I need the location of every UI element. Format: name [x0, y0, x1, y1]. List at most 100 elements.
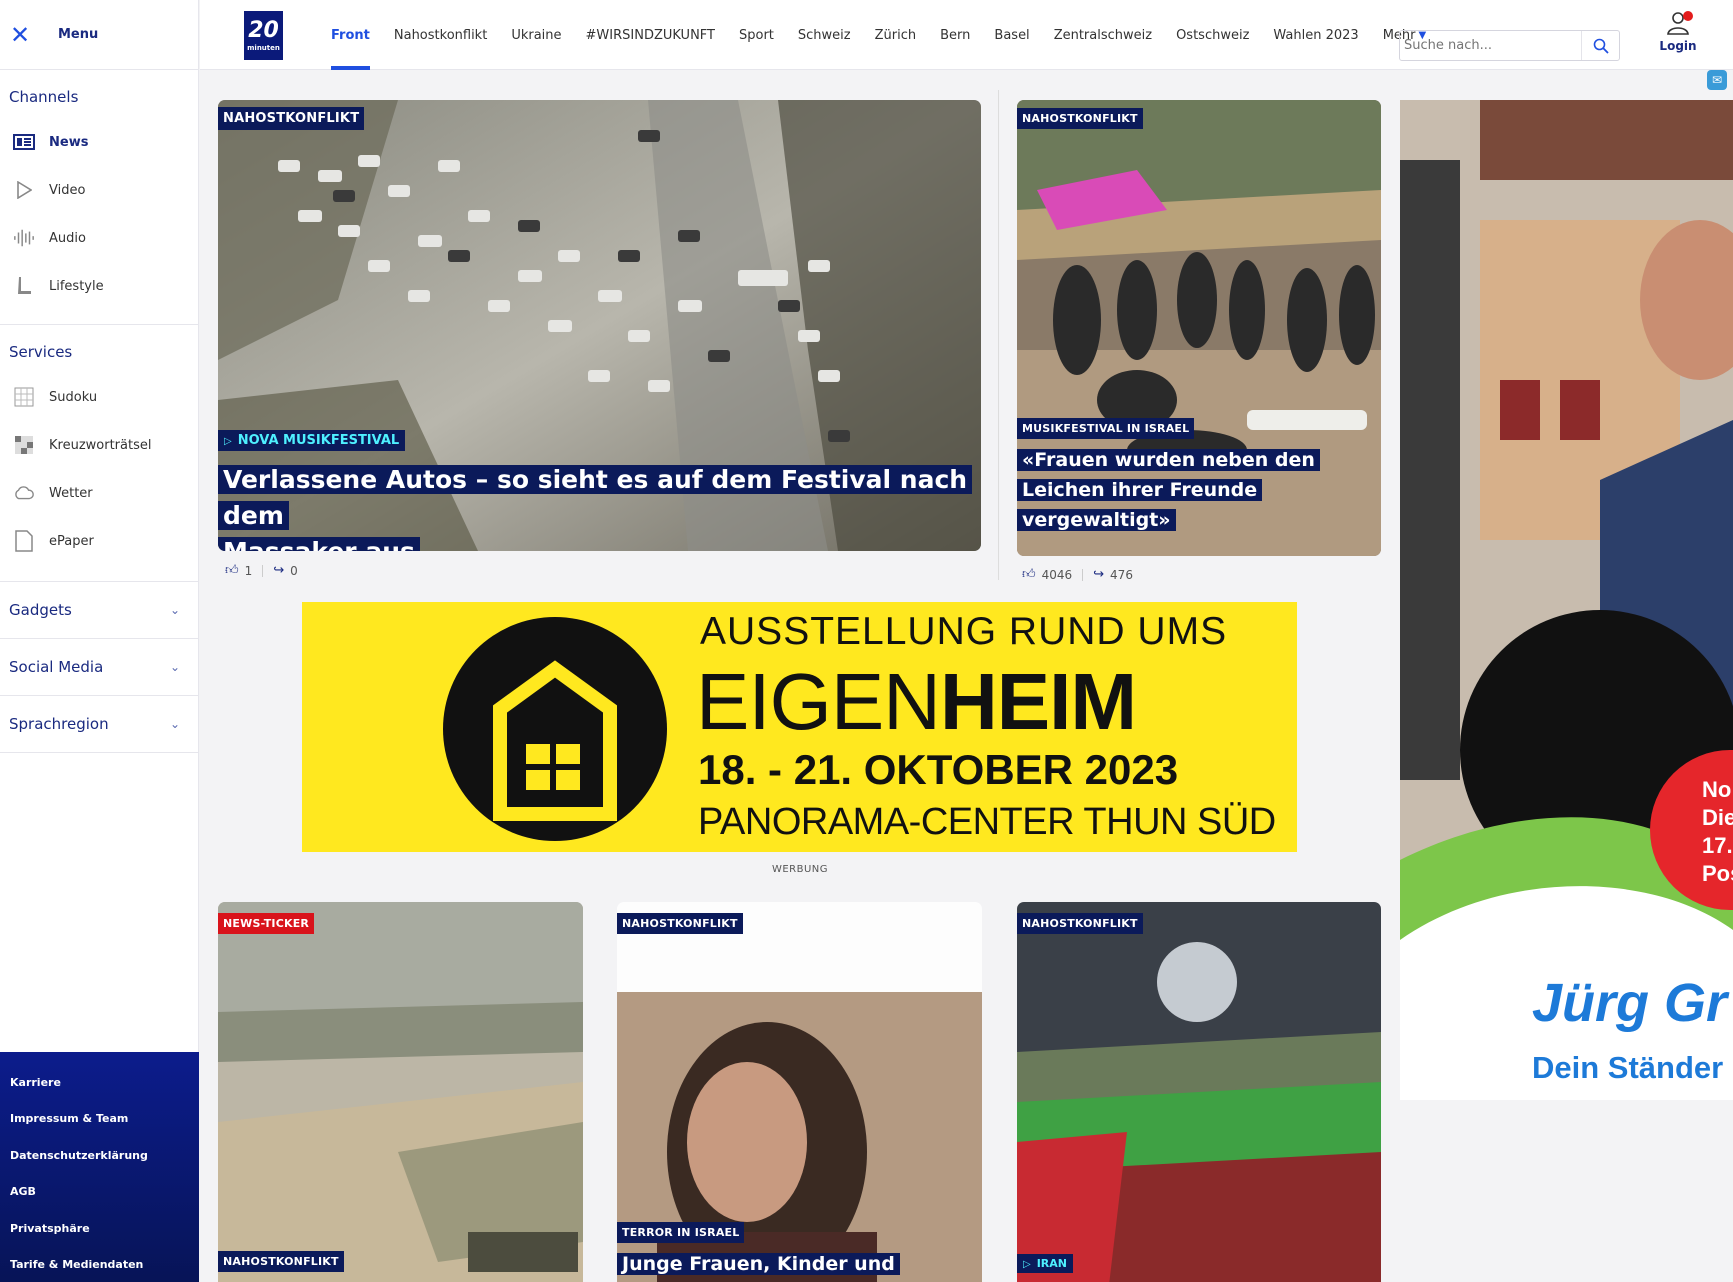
play-icon: ▷ [1023, 1259, 1031, 1270]
article-subkicker: TERROR IN ISRAEL [617, 1222, 745, 1243]
reaction-count: 1 [244, 563, 253, 578]
article-card-second[interactable]: NAHOSTKONFLIKT MUSIKFESTIVAL IN ISRAEL «… [1017, 100, 1381, 556]
ad-skyscraper[interactable]: No Die 17. Post Jürg Gr Dein Ständer [1400, 100, 1733, 1100]
heel-icon [13, 275, 35, 297]
footer-link-tarife[interactable]: Tarife & Mediendaten [0, 1247, 199, 1282]
tab-sport[interactable]: Sport [739, 0, 774, 70]
audio-wave-icon [13, 227, 35, 249]
sudoku-icon [13, 386, 35, 408]
article-subkicker-label: IRAN [1036, 1257, 1067, 1270]
logo-number: 20 [248, 17, 279, 43]
search-icon[interactable] [1581, 31, 1619, 60]
ad-line-4: PANORAMA-CENTER THUN SÜD [698, 801, 1276, 843]
divider [1082, 568, 1084, 581]
ad-badge-line: Post [1702, 861, 1733, 886]
share-icon[interactable]: ↪ [1093, 567, 1104, 582]
footer-links: Karriere Impressum & Team Datenschutzerk… [0, 1052, 199, 1282]
article-image-landscape-tank [218, 902, 583, 1282]
article-card-news-ticker[interactable]: NEWS-TICKER NAHOSTKONFLIKT [218, 902, 583, 1282]
sidebar-item-audio[interactable]: Audio [0, 214, 198, 262]
tab-ostschweiz[interactable]: Ostschweiz [1176, 0, 1249, 70]
article-headline-line-2: Leichen ihrer Freunde [1017, 479, 1263, 501]
article-kicker: NAHOSTKONFLIKT [218, 107, 365, 130]
sidebar: ✕ Menu Channels News Video Audio Lifesty… [0, 0, 199, 1282]
document-icon [13, 530, 35, 552]
menu-toggle[interactable]: ✕ Menu [0, 0, 198, 70]
tab-schweiz[interactable]: Schweiz [798, 0, 851, 70]
chevron-down-icon[interactable]: ⌄ [164, 599, 186, 621]
footer-link-karriere[interactable]: Karriere [0, 1064, 199, 1101]
sidebar-item-label: Audio [49, 230, 86, 246]
tab-wirsindzukunft[interactable]: #WIRSINDZUKUNFT [586, 0, 715, 70]
top-navigation: 20 minuten Front Nahostkonflikt Ukraine … [200, 0, 1733, 70]
sidebar-item-video[interactable]: Video [0, 166, 198, 214]
article-headline-line-1: «Frauen wurden neben den [1017, 449, 1320, 471]
tab-zentralschweiz[interactable]: Zentralschweiz [1054, 0, 1152, 70]
tab-zuerich[interactable]: Zürich [875, 0, 917, 70]
chat-icon[interactable]: ✉ [1707, 70, 1727, 90]
chevron-down-icon[interactable]: ⌄ [164, 713, 186, 735]
sidebar-item-sudoku[interactable]: Sudoku [0, 373, 198, 421]
channels-title: Channels [9, 88, 79, 106]
close-icon[interactable]: ✕ [10, 23, 38, 47]
sidebar-item-wetter[interactable]: Wetter [0, 469, 198, 517]
menu-label: Menu [58, 27, 99, 42]
tab-nahostkonflikt[interactable]: Nahostkonflikt [394, 0, 487, 70]
reaction-icon[interactable]: 👍︎ [1022, 567, 1036, 582]
article-headline-line-3: vergewaltigt» [1017, 509, 1176, 531]
crossword-icon [13, 434, 35, 456]
notification-dot [1683, 11, 1693, 21]
article-card-terror[interactable]: NAHOSTKONFLIKT TERROR IN ISRAEL Junge Fr… [617, 902, 982, 1282]
ad-line-2: EIGENHEIM [696, 657, 1137, 747]
article-card-iran[interactable]: NAHOSTKONFLIKT ▷ IRAN [1017, 902, 1381, 1282]
sidebar-item-epaper[interactable]: ePaper [0, 517, 198, 565]
accordion-label: Social Media [9, 658, 104, 676]
article-headline-line-1: Verlassene Autos – so sieht es auf dem F… [218, 465, 973, 530]
ad-badge-line: 17. [1702, 833, 1733, 858]
sidebar-item-label: Kreuzworträtsel [49, 437, 152, 453]
cloud-icon [13, 482, 35, 504]
tab-front[interactable]: Front [331, 0, 370, 70]
reaction-count: 4046 [1041, 567, 1073, 582]
ad-line-2-light: EIGEN [696, 657, 941, 746]
article-subkicker: MUSIKFESTIVAL IN ISRAEL [1017, 418, 1195, 439]
tab-ukraine[interactable]: Ukraine [511, 0, 561, 70]
accordion-label: Sprachregion [9, 715, 109, 733]
share-icon[interactable]: ↪ [273, 563, 284, 578]
ad-label: WERBUNG [771, 864, 829, 875]
footer-link-datenschutz[interactable]: Datenschutzerklärung [0, 1137, 199, 1174]
reaction-icon[interactable]: 👍︎ [225, 563, 239, 578]
column-divider [998, 90, 999, 580]
accordion-sprachregion[interactable]: Sprachregion ⌄ [0, 696, 198, 753]
search-input[interactable] [1400, 31, 1580, 60]
article-meta: 👍︎ 1 ↪ 0 [225, 563, 298, 578]
tab-basel[interactable]: Basel [994, 0, 1029, 70]
tab-bern[interactable]: Bern [940, 0, 970, 70]
sidebar-item-label: Sudoku [49, 389, 98, 405]
ad-line-2-bold: HEIM [939, 657, 1137, 746]
share-count: 0 [290, 563, 298, 578]
sidebar-item-crossword[interactable]: Kreuzworträtsel [0, 421, 198, 469]
login-button[interactable]: Login [1654, 10, 1702, 62]
ad-tagline: Dein Ständer [1532, 1050, 1724, 1085]
footer-link-privatsphaere[interactable]: Privatsphäre [0, 1210, 199, 1247]
news-icon [13, 131, 35, 153]
sidebar-item-news[interactable]: News [0, 118, 198, 166]
site-logo[interactable]: 20 minuten [244, 11, 283, 60]
sidebar-item-label: Wetter [49, 485, 93, 501]
sidebar-item-lifestyle[interactable]: Lifestyle [0, 262, 198, 310]
play-icon: ▷ [224, 436, 232, 447]
tab-wahlen-2023[interactable]: Wahlen 2023 [1273, 0, 1358, 70]
article-kicker: NEWS-TICKER [218, 913, 315, 934]
ad-banner-eigenheim[interactable]: AUSSTELLUNG RUND UMS EIGENHEIM 18. - 21.… [302, 602, 1297, 852]
article-headline: «Frauen wurden neben den Leichen ihrer F… [1017, 445, 1381, 535]
accordion-gadgets[interactable]: Gadgets ⌄ [0, 582, 198, 639]
article-kicker: NAHOSTKONFLIKT [1017, 913, 1143, 934]
footer-link-impressum[interactable]: Impressum & Team [0, 1101, 199, 1138]
footer-link-agb[interactable]: AGB [0, 1174, 199, 1211]
accordion-social-media[interactable]: Social Media ⌄ [0, 639, 198, 696]
ad-badge-text: No Die 17. Post [1702, 776, 1733, 888]
article-card-main[interactable]: NAHOSTKONFLIKT ▷ NOVA MUSIKFESTIVAL Verla… [218, 100, 981, 551]
chevron-down-icon[interactable]: ⌄ [164, 656, 186, 678]
ad-badge-line: Die [1702, 805, 1733, 830]
